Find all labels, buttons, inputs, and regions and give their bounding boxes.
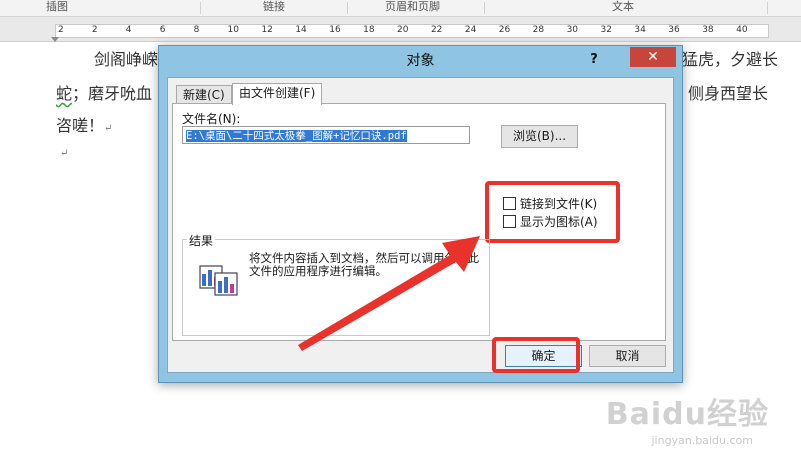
dialog-client-area: 新建(C) 由文件创建(F) 文件名(N): E:\桌面\二十四式太极拳_图解+…: [167, 77, 674, 373]
ribbon-group-links: 链接: [263, 0, 285, 13]
ruler-tick-label: 24: [464, 25, 477, 35]
ribbon-group-header-footer: 页眉和页脚: [385, 0, 440, 13]
document-line-2-text: ；磨牙吮血: [72, 84, 153, 103]
document-line-2-end: ，侧身西望长: [672, 84, 769, 103]
document-line-3: 咨嗟！↵: [56, 112, 112, 136]
ruler-tick-label: 40: [736, 25, 748, 35]
ruler-tick-label: 14: [295, 25, 307, 35]
ruler-tick-label: 32: [600, 25, 612, 35]
horizontal-ruler[interactable]: 2 2 4 6 8 10 12 14 16 18 20 22 24 26 28 30 32 34 36 38 40: [0, 17, 801, 42]
ruler-tick-label: 6: [159, 25, 166, 35]
highlight-box-checkboxes: [485, 181, 620, 243]
ribbon-separator: [200, 2, 201, 14]
ribbon-group-text: 文本: [612, 0, 634, 13]
ruler-tick-label: 12: [261, 25, 273, 35]
document-line-3-text: 咨嗟！: [56, 116, 105, 135]
first-line-indent-marker[interactable]: [51, 37, 59, 42]
result-description: 将文件内容插入到文档，然后可以调用创建此文件的应用程序进行编辑。: [249, 251, 479, 278]
highlight-box-ok: [492, 337, 580, 373]
ruler-tick-label: 20: [397, 25, 409, 35]
embedded-object-icon: [199, 265, 238, 296]
file-name-value: E:\桌面\二十四式太极拳_图解+记忆口诀.pdf: [186, 130, 407, 142]
ruler-tick-label: 8: [193, 25, 200, 35]
ruler-tick-label: 38: [702, 25, 714, 35]
ruler-tick-label: 16: [329, 25, 341, 35]
document-line-1-end: 猛虎，夕避长: [682, 50, 779, 69]
empty-paragraph-mark: ↵: [60, 148, 69, 159]
ribbon-group-labels: 插图 链接 页眉和页脚 文本: [0, 0, 801, 17]
spellcheck-word: 蛇: [56, 84, 73, 103]
cancel-button[interactable]: 取消: [589, 345, 666, 367]
ribbon-separator: [484, 2, 485, 14]
ruler-tick-label: 34: [634, 25, 646, 35]
file-name-label: 文件名(N):: [182, 112, 241, 126]
ruler-tick-label: 36: [668, 25, 680, 35]
ribbon-group-illustrations: 插图: [46, 0, 68, 13]
object-dialog: 对象 ? ✕ 新建(C) 由文件创建(F) 文件名(N): E:\桌面\二十四式…: [158, 45, 683, 383]
result-title: 结果: [187, 232, 216, 249]
ruler-tick-label: 2: [58, 25, 64, 35]
ruler-track: 2 2 4 6 8 10 12 14 16 18 20 22 24 26 28 30 32 34 36 38 40: [55, 24, 769, 38]
ruler-tick-label: 18: [363, 25, 375, 35]
baidu-watermark: Baidu经验: [605, 397, 769, 432]
tab-panel-create-from-file: 文件名(N): E:\桌面\二十四式太极拳_图解+记忆口诀.pdf 浏览(B).…: [172, 103, 666, 341]
result-group: 结果 将文件内容插入到文档，然后可以调用创建此文件的应用程序进行编辑。: [182, 232, 490, 336]
tab-create-new[interactable]: 新建(C): [176, 85, 232, 104]
document-line-1-start: 剑阁峥嵘: [94, 50, 159, 69]
browse-button[interactable]: 浏览(B)...: [501, 125, 578, 148]
close-icon: ✕: [647, 49, 659, 65]
help-button[interactable]: ?: [583, 48, 605, 72]
ruler-tick-label: 28: [532, 25, 545, 35]
close-button[interactable]: ✕: [630, 47, 676, 67]
document-line-2-start: 蛇；磨牙吮血: [56, 80, 152, 104]
ruler-tick-label: 26: [498, 25, 511, 35]
ruler-tick-label: 22: [430, 25, 443, 35]
tab-create-from-file[interactable]: 由文件创建(F): [232, 83, 323, 105]
watermark-url: jingyan.baidu.com: [651, 434, 753, 447]
ribbon-separator: [347, 2, 348, 14]
file-name-input[interactable]: E:\桌面\二十四式太极拳_图解+记忆口诀.pdf: [182, 126, 470, 144]
ruler-tick-label: 10: [227, 25, 239, 35]
ruler-tick-label: 2: [91, 25, 98, 35]
ruler-tick-label: 4: [125, 25, 132, 35]
ribbon-separator: [767, 2, 768, 14]
paragraph-mark: ↵: [104, 123, 113, 134]
ruler-tick-label: 30: [566, 25, 579, 35]
